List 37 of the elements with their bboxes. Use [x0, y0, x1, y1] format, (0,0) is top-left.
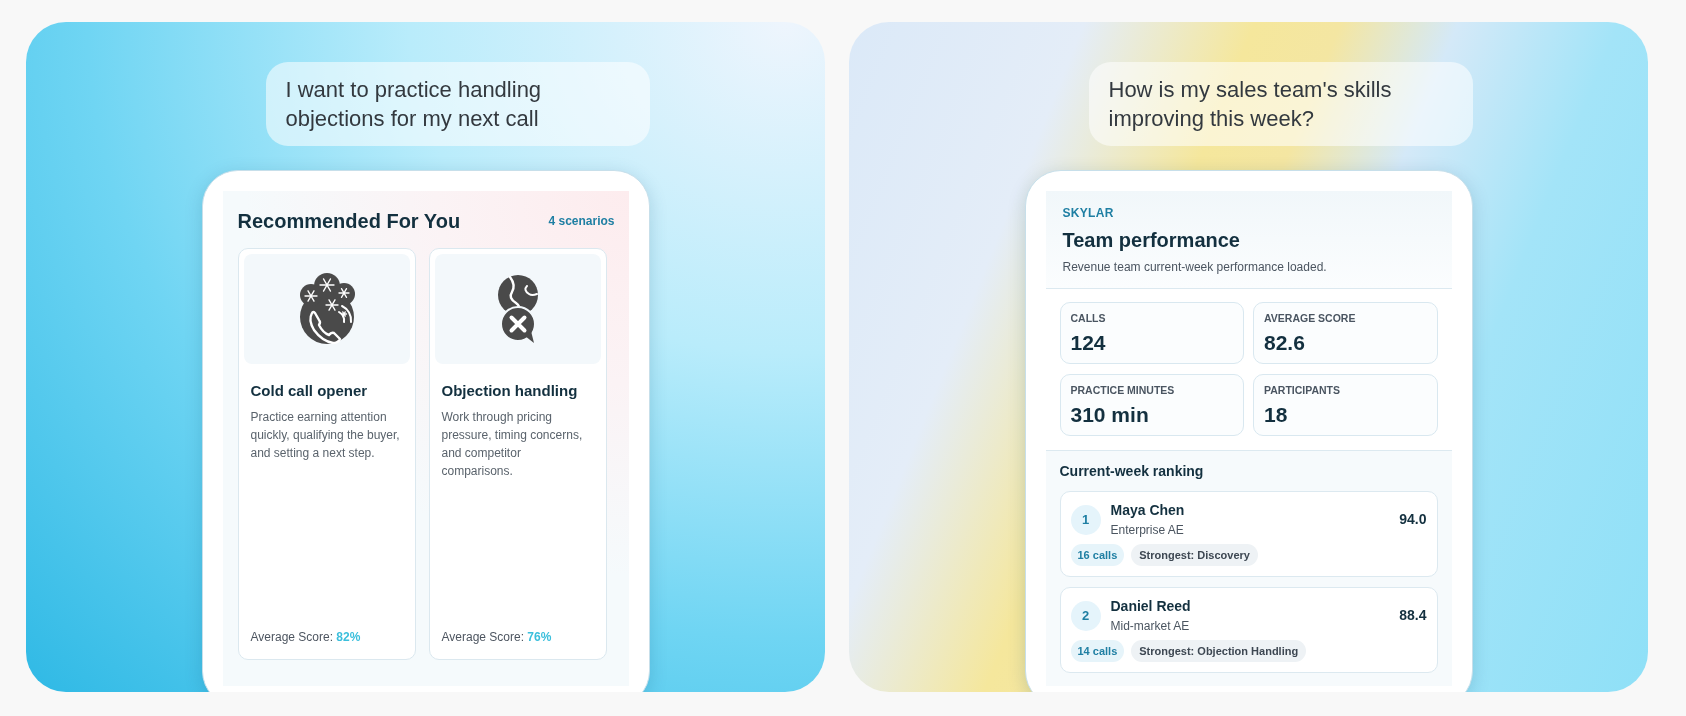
rank-badge: 1 — [1070, 504, 1101, 535]
stat-label: PARTICIPANTS — [1264, 383, 1342, 397]
member-role: Mid-market AE — [1110, 618, 1191, 634]
globe-cross-bubble-icon — [495, 274, 540, 344]
member-score: 94.0 — [1399, 510, 1427, 529]
scenario-description: Practice earning attention quickly, qualifying the buyer, and setting a next step. — [250, 409, 401, 462]
scenario-title: Cold call opener — [250, 381, 369, 401]
scenario-card[interactable]: Objection handling Work through pricing pressure, timing concerns, and competitor comparisons. Average Score: 76% — [428, 248, 607, 660]
strength-tag: Strongest: Objection Handling — [1131, 640, 1307, 662]
card-title: Team performance — [1062, 228, 1241, 253]
scenario-description: Work through pricing pressure, timing concerns, and competitor comparisons. — [441, 409, 584, 480]
member-name: Maya Chen — [1110, 501, 1185, 519]
scenario-count: 4 scenarios — [548, 213, 615, 230]
member-name: Daniel Reed — [1110, 597, 1191, 615]
stat-value: 310 min — [1070, 402, 1150, 428]
stat-value: 18 — [1264, 402, 1289, 428]
section-title: Recommended For You — [237, 209, 461, 234]
stat-value: 82.6 — [1264, 330, 1306, 356]
average-score: Average Score: 76% — [441, 629, 553, 645]
card-subtitle: Revenue team current-week performance loaded. — [1062, 259, 1328, 275]
member-score: 88.4 — [1399, 606, 1427, 625]
member-role: Enterprise AE — [1110, 522, 1185, 538]
section-title: Current-week ranking — [1059, 462, 1205, 481]
scenario-title: Objection handling — [441, 381, 579, 401]
stat-label: CALLS — [1070, 311, 1107, 325]
strength-tag: Strongest: Discovery — [1131, 544, 1258, 566]
average-score: Average Score: 82% — [250, 629, 362, 645]
prompt-bubble: How is my sales team's skills improving this week? — [1088, 62, 1473, 146]
calls-tag: 14 calls — [1070, 640, 1125, 662]
stat-label: PRACTICE MINUTES — [1070, 383, 1176, 397]
calls-tag: 16 calls — [1070, 544, 1125, 566]
stat-value: 124 — [1070, 330, 1107, 356]
rank-badge: 2 — [1070, 600, 1101, 631]
prompt-bubble: I want to practice handling objections for my next call — [265, 62, 650, 146]
scenario-card[interactable]: Cold call opener Practice earning attention quickly, qualifying the buyer, and setting a next step. Average Score: 82% — [237, 248, 416, 660]
brand-label: SKYLAR — [1062, 205, 1115, 221]
stat-label: AVERAGE SCORE — [1264, 311, 1357, 325]
